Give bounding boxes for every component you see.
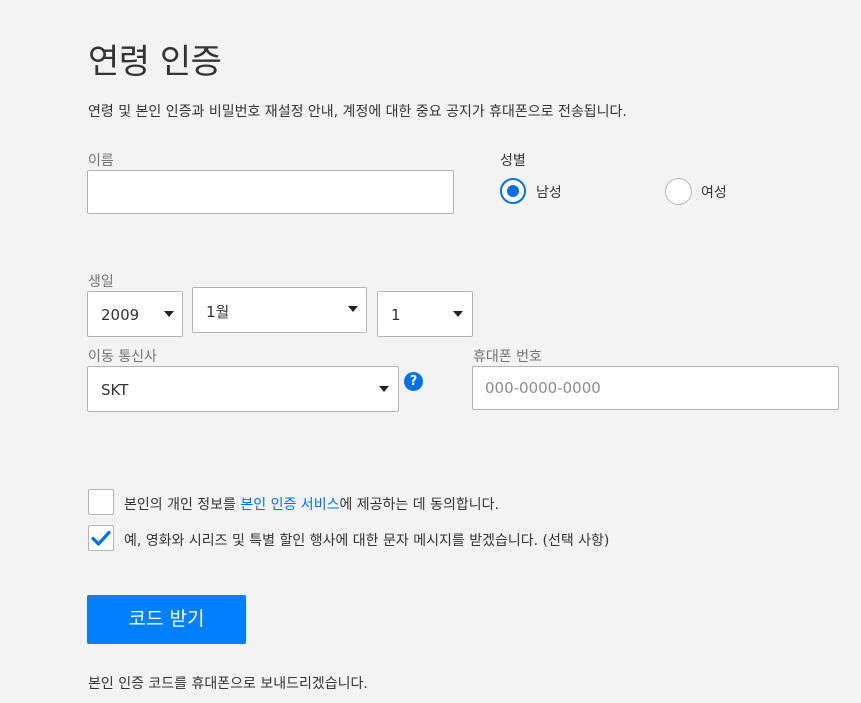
help-icon[interactable]: ? — [404, 372, 423, 391]
consent-identity-text-before: 본인의 개인 정보를 — [124, 497, 241, 513]
consent-identity-text: 본인의 개인 정보를 본인 인증 서비스에 제공하는 데 동의합니다. — [124, 494, 499, 514]
consent-sms-checkbox[interactable] — [88, 525, 114, 551]
birthdate-label: 생일 — [88, 274, 114, 290]
chevron-down-icon — [164, 311, 174, 317]
phone-label: 휴대폰 번호 — [473, 349, 542, 365]
birth-year-value: 2009 — [101, 306, 140, 324]
birth-month-value: 1월 — [206, 303, 230, 321]
chevron-down-icon — [453, 311, 463, 317]
consent-sms-text: 예, 영화와 시리즈 및 특별 할인 행사에 대한 문자 메시지를 받겠습니다.… — [124, 533, 610, 549]
name-input[interactable] — [87, 170, 454, 214]
consent-identity-checkbox[interactable] — [88, 489, 114, 515]
chevron-down-icon — [379, 386, 389, 392]
carrier-label: 이동 통신사 — [88, 349, 157, 365]
page-subtitle: 연령 및 본인 인증과 비밀번호 재설정 안내, 계정에 대한 중요 공지가 휴… — [88, 104, 627, 120]
chevron-down-icon — [348, 306, 358, 312]
phone-input[interactable] — [472, 366, 839, 410]
get-code-button[interactable]: 코드 받기 — [87, 595, 246, 644]
gender-female-label[interactable]: 여성 — [701, 182, 727, 202]
gender-male-label[interactable]: 남성 — [536, 182, 562, 202]
gender-female-radio[interactable] — [665, 178, 692, 205]
gender-label: 성별 — [500, 153, 526, 169]
birth-day-select[interactable]: 1 — [377, 291, 473, 337]
checkmark-icon — [91, 530, 111, 546]
birth-day-value: 1 — [391, 306, 401, 324]
footer-note: 본인 인증 코드를 휴대폰으로 보내드리겠습니다. — [88, 676, 368, 692]
consent-identity-text-after: 에 제공하는 데 동의합니다. — [339, 497, 499, 513]
identity-service-link[interactable]: 본인 인증 서비스 — [240, 497, 339, 513]
name-label: 이름 — [88, 153, 114, 169]
page-title: 연령 인증 — [88, 42, 222, 82]
birth-year-select[interactable]: 2009 — [87, 291, 183, 337]
gender-male-radio[interactable] — [500, 178, 526, 204]
carrier-select[interactable]: SKT — [87, 366, 399, 412]
carrier-value: SKT — [101, 381, 129, 399]
birth-month-select[interactable]: 1월 — [192, 287, 367, 333]
